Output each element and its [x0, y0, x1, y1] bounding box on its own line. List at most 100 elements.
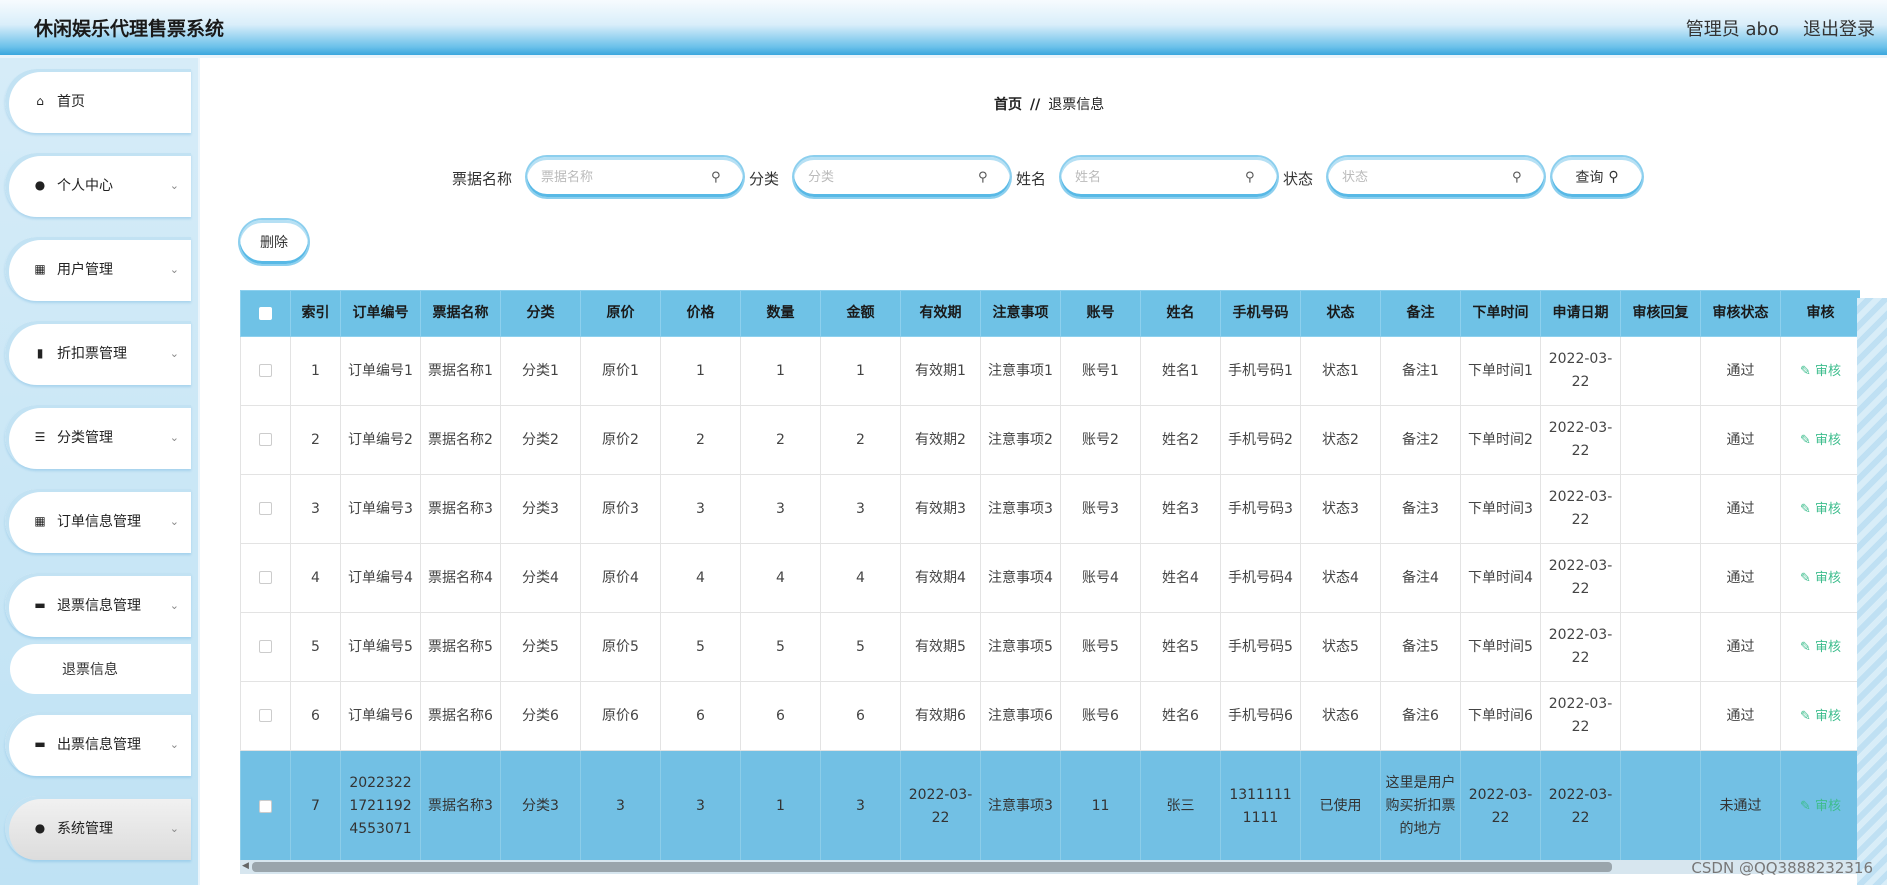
- row-select-cell[interactable]: [240, 336, 291, 406]
- audit-link[interactable]: 审核: [1815, 571, 1841, 586]
- row-select-cell[interactable]: [240, 750, 291, 860]
- table-row[interactable]: 3 订单编号3 票据名称3 分类3 原价3 3 3 3 有效期3 注意事项3 账号3 姓名3 手机号码3…: [240, 474, 1860, 544]
- table-cell: 张三: [1140, 750, 1221, 860]
- horizontal-scrollbar[interactable]: ◀: [240, 860, 1860, 874]
- table-cell: 备注2: [1380, 405, 1461, 475]
- row-select-cell[interactable]: [240, 405, 291, 475]
- column-header: 下单时间: [1460, 290, 1541, 337]
- table-cell: 通过: [1700, 405, 1781, 475]
- table-cell: 通过: [1700, 612, 1781, 682]
- table-cell: 分类3: [500, 474, 581, 544]
- row-select-cell[interactable]: [240, 474, 291, 544]
- table-cell: 2022-03-22: [1540, 750, 1621, 860]
- table-cell: 注意事项3: [980, 474, 1061, 544]
- column-header: 索引: [290, 290, 341, 337]
- sidebar-item-label: 退票信息管理: [57, 598, 141, 614]
- row-checkbox[interactable]: [259, 571, 272, 584]
- admin-name[interactable]: 管理员 abo: [1686, 15, 1779, 41]
- select-all-checkbox[interactable]: [259, 306, 272, 320]
- ticket-name-input[interactable]: [541, 169, 711, 185]
- logout-link[interactable]: 退出登录: [1803, 15, 1875, 41]
- table-cell: 通过: [1700, 336, 1781, 406]
- edit-icon[interactable]: ✎: [1800, 571, 1815, 586]
- edit-icon[interactable]: ✎: [1800, 502, 1815, 517]
- table-cell: 注意事项2: [980, 405, 1061, 475]
- table-cell: 4: [740, 543, 821, 613]
- row-select-cell[interactable]: [240, 543, 291, 613]
- table-cell: [1620, 336, 1701, 406]
- query-button[interactable]: 查询 ⚲: [1552, 157, 1642, 197]
- select-all-cell[interactable]: [240, 290, 291, 337]
- table-cell: 原价5: [580, 612, 661, 682]
- sidebar-item-personal[interactable]: ● 个人中心 ⌄: [5, 153, 191, 217]
- table-row[interactable]: 7 20223221721192 4553071 票据名称3 分类3 3 3 1 3 2022-…: [240, 750, 1860, 860]
- sidebar-item-discount[interactable]: ▮ 折扣票管理 ⌄: [5, 321, 191, 385]
- search-bar: 票据名称 ⚲ 分类 ⚲ 姓名 ⚲ 状态 ⚲ 查询 ⚲: [200, 157, 1887, 197]
- audit-link[interactable]: 审核: [1815, 364, 1841, 379]
- category-input[interactable]: [808, 169, 978, 185]
- row-select-cell[interactable]: [240, 612, 291, 682]
- table-cell: 账号2: [1060, 405, 1141, 475]
- table-row[interactable]: 1 订单编号1 票据名称1 分类1 原价1 1 1 1 有效期1 注意事项1 账号1 姓名1 手机号码1…: [240, 336, 1860, 406]
- table-row[interactable]: 5 订单编号5 票据名称5 分类5 原价5 5 5 5 有效期5 注意事项5 账号5 姓名5 手机号码5…: [240, 612, 1860, 682]
- row-checkbox[interactable]: [259, 799, 272, 813]
- table-cell: 原价1: [580, 336, 661, 406]
- sidebar-item-refund[interactable]: ▬ 退票信息管理 ⌄: [5, 573, 191, 637]
- edit-icon[interactable]: ✎: [1800, 640, 1815, 655]
- delete-button[interactable]: 删除: [240, 220, 308, 264]
- audit-link[interactable]: 审核: [1815, 709, 1841, 724]
- sidebar-item-ticketing[interactable]: ▬ 出票信息管理 ⌄: [5, 712, 191, 776]
- table-cell: 1: [740, 336, 821, 406]
- table-cell: 手机号码5: [1220, 612, 1301, 682]
- table-cell: [1620, 405, 1701, 475]
- row-checkbox[interactable]: [259, 502, 272, 515]
- table-row[interactable]: 2 订单编号2 票据名称2 分类2 原价2 2 2 2 有效期2 注意事项2 账号2 姓名2 手机号码2…: [240, 405, 1860, 475]
- audit-link[interactable]: 审核: [1815, 433, 1841, 448]
- table-cell: 下单时间3: [1460, 474, 1541, 544]
- status-input[interactable]: [1342, 169, 1512, 185]
- name-input[interactable]: [1075, 169, 1245, 185]
- table-cell: [1620, 612, 1701, 682]
- sidebar-item-label: 出票信息管理: [57, 737, 141, 753]
- table-cell: 3: [290, 474, 341, 544]
- sidebar-item-orders[interactable]: ▦ 订单信息管理 ⌄: [5, 489, 191, 553]
- table-cell: 原价4: [580, 543, 661, 613]
- edit-icon[interactable]: ✎: [1800, 709, 1815, 724]
- sidebar-item-home[interactable]: ⌂ 首页: [5, 69, 191, 133]
- scroll-left-icon[interactable]: ◀: [242, 861, 249, 871]
- table-cell: 备注3: [1380, 474, 1461, 544]
- audit-link[interactable]: 审核: [1815, 502, 1841, 517]
- scrollbar-thumb[interactable]: [252, 862, 1612, 872]
- status-field[interactable]: ⚲: [1328, 157, 1544, 197]
- name-field[interactable]: ⚲: [1061, 157, 1277, 197]
- ticket-name-field[interactable]: ⚲: [527, 157, 743, 197]
- table-cell: 手机号码1: [1220, 336, 1301, 406]
- table-cell: 备注1: [1380, 336, 1461, 406]
- table-cell: 姓名3: [1140, 474, 1221, 544]
- sidebar-item-category[interactable]: ☰ 分类管理 ⌄: [5, 405, 191, 469]
- table-cell: 5: [740, 612, 821, 682]
- table-cell: 2: [740, 405, 821, 475]
- chevron-down-icon: ⌄: [169, 514, 179, 528]
- edit-icon[interactable]: ✎: [1800, 433, 1815, 448]
- table-row[interactable]: 4 订单编号4 票据名称4 分类4 原价4 4 4 4 有效期4 注意事项4 账号4 姓名4 手机号码4…: [240, 543, 1860, 613]
- table-row[interactable]: 6 订单编号6 票据名称6 分类6 原价6 6 6 6 有效期6 注意事项6 账号6 姓名6 手机号码6…: [240, 681, 1860, 751]
- row-select-cell[interactable]: [240, 681, 291, 751]
- column-header: 姓名: [1140, 290, 1221, 337]
- row-checkbox[interactable]: [259, 709, 272, 722]
- category-field[interactable]: ⚲: [794, 157, 1010, 197]
- table-cell: 4: [290, 543, 341, 613]
- sidebar-item-users[interactable]: ▦ 用户管理 ⌄: [5, 237, 191, 301]
- sidebar-item-system[interactable]: ● 系统管理 ⌄: [5, 796, 191, 860]
- row-checkbox[interactable]: [259, 364, 272, 377]
- table-cell: 通过: [1700, 474, 1781, 544]
- row-checkbox[interactable]: [259, 640, 272, 653]
- audit-link[interactable]: 审核: [1815, 799, 1841, 814]
- edit-icon[interactable]: ✎: [1800, 364, 1815, 379]
- refund-table-container: 索引 订单编号 票据名称 分类 原价 价格 数量 金额 有效期 注意事项 账号 …: [240, 290, 1860, 860]
- audit-link[interactable]: 审核: [1815, 640, 1841, 655]
- sidebar-subitem-refund-info[interactable]: 退票信息: [10, 644, 191, 694]
- edit-icon[interactable]: ✎: [1800, 799, 1815, 814]
- row-checkbox[interactable]: [259, 433, 272, 446]
- breadcrumb-home[interactable]: 首页: [994, 97, 1022, 113]
